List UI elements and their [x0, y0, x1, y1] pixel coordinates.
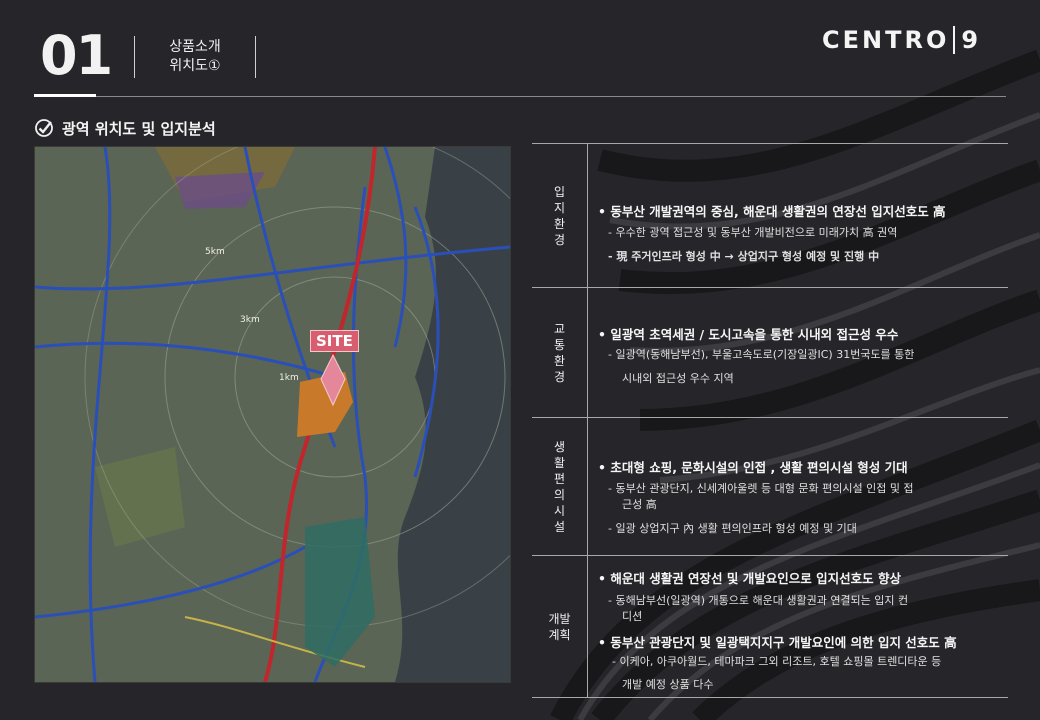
map-graphic: [35, 147, 510, 682]
header-divider-left: [134, 36, 135, 78]
site-badge: SITE: [310, 330, 359, 352]
row-head-amenities: 생활편의시설: [532, 418, 588, 556]
bullet-detail: 근성 高: [622, 498, 657, 511]
bullet-detail: 개발 예정 상품 다수: [622, 678, 714, 691]
header-rule-accent: [34, 94, 96, 97]
page-number: 01: [40, 24, 113, 87]
subtitle-row: 광역 위치도 및 입지분석: [34, 116, 216, 140]
bullet-detail: - 이케아, 아쿠아월드, 테마파크 그외 리조트, 호텔 쇼핑몰 트렌디타운 …: [612, 655, 942, 668]
row-head-development: 개발계획: [532, 556, 588, 697]
check-circle-icon: [35, 119, 53, 137]
bullet-detail: 시내외 접근성 우수 지역: [622, 372, 734, 385]
table-row: 교통환경 • 일광역 초역세권 / 도시고속을 통한 시내외 접근성 우수 - …: [532, 287, 1008, 418]
map-radius-label-5km: 5km: [205, 247, 225, 257]
header-divider-right: [255, 36, 256, 78]
section-title: 상품소개 위치도①: [150, 38, 240, 76]
bullet-title: • 해운대 생활권 연장선 및 개발요인으로 입지선호도 향상: [598, 571, 901, 586]
map-radius-label-3km: 3km: [240, 315, 260, 325]
bullet-detail: - 우수한 광역 접근성 및 동부산 개발비전으로 미래가치 高 권역: [608, 226, 898, 239]
subtitle: 광역 위치도 및 입지분석: [62, 119, 216, 138]
section-title-line2: 위치도①: [169, 58, 221, 74]
table-row: 개발계획 • 해운대 생활권 연장선 및 개발요인으로 입지선호도 향상 - 동…: [532, 555, 1008, 698]
row-head-label: 입지환경: [553, 185, 566, 247]
brand-logo: CENTRO 9: [822, 26, 981, 54]
bullet-detail: - 일광역(동해남부선), 부울고속도로(기장일광IC) 31번국도를 통한: [608, 348, 915, 361]
bullet-title: • 동부산 관광단지 및 일광택지지구 개발요인에 의한 입지 선호도 高: [598, 635, 957, 650]
brand-logo-text: CENTRO: [822, 26, 950, 54]
bullet-detail: 디션: [622, 610, 643, 623]
analysis-table: 입지환경 • 동부산 개발권역의 중심, 해운대 생활권의 연장선 입지선호도 …: [532, 143, 1008, 698]
row-head-label: 생활편의시설: [553, 440, 566, 534]
table-row: 생활편의시설 • 초대형 쇼핑, 문화시설의 인접 , 생활 편의시설 형성 기…: [532, 417, 1008, 556]
section-title-line1: 상품소개: [169, 39, 221, 55]
brand-logo-number: 9: [953, 26, 981, 54]
bullet-detail: - 現 주거인프라 형성 中 → 상업지구 형성 예정 및 진행 中: [608, 250, 880, 263]
map-radius-label-1km: 1km: [279, 373, 299, 383]
bullet-title: • 동부산 개발권역의 중심, 해운대 생활권의 연장선 입지선호도 高: [598, 204, 946, 219]
bullet-title: • 일광역 초역세권 / 도시고속을 통한 시내외 접근성 우수: [598, 327, 899, 342]
header-rule: [34, 96, 1006, 97]
bullet-title: • 초대형 쇼핑, 문화시설의 인접 , 생활 편의시설 형성 기대: [598, 460, 908, 475]
row-head-location: 입지환경: [532, 144, 588, 288]
row-head-label: 개발계획: [548, 611, 571, 642]
bullet-detail: - 일광 상업지구 內 생활 편의인프라 형성 예정 및 기대: [608, 522, 857, 535]
table-row: 입지환경 • 동부산 개발권역의 중심, 해운대 생활권의 연장선 입지선호도 …: [532, 143, 1008, 288]
location-map: SITE 5km 3km 1km: [34, 146, 511, 683]
row-head-transport: 교통환경: [532, 288, 588, 418]
row-head-label: 교통환경: [553, 322, 566, 384]
